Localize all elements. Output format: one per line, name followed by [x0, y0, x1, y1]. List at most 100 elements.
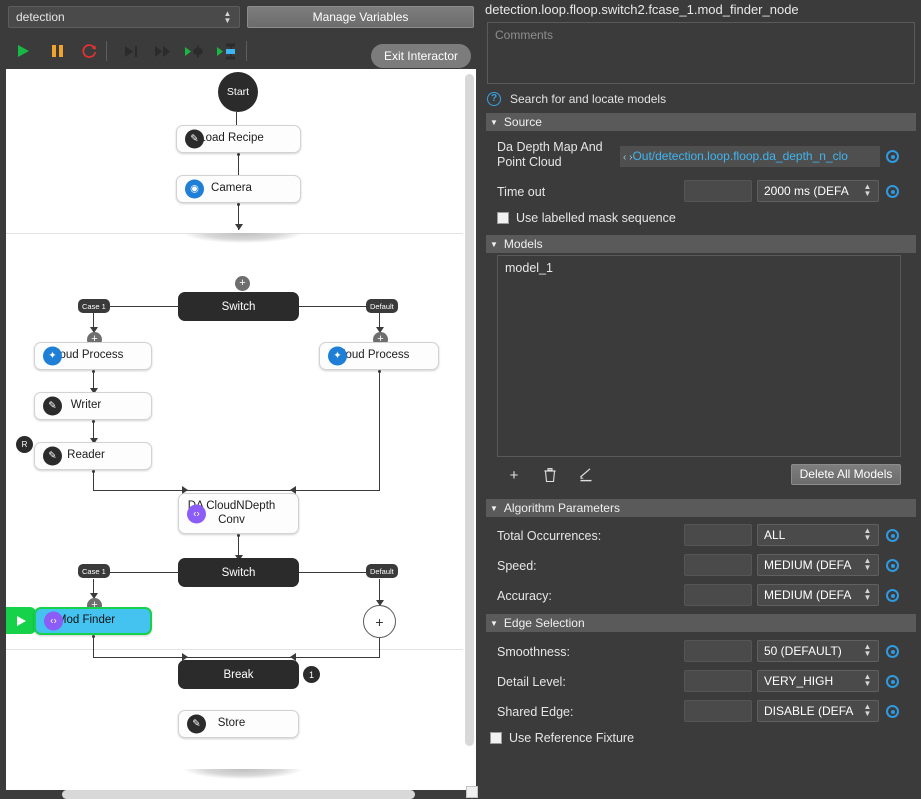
cloud-process-icon: ✦	[328, 346, 347, 366]
node-break-label: Break	[223, 668, 254, 681]
updown-spinner-icon[interactable]: ▲ ▼	[863, 527, 872, 542]
smoothness-combo[interactable]: 50 (DEFAULT) ▲ ▼	[757, 640, 879, 662]
updown-spinner-icon[interactable]: ▲ ▼	[863, 643, 872, 658]
accuracy-value-box[interactable]	[684, 584, 752, 606]
pause-icon[interactable]	[46, 41, 68, 61]
accuracy-radio[interactable]	[886, 589, 899, 602]
models-list[interactable]: model_1	[497, 255, 901, 457]
node-reader-badge: R	[16, 436, 33, 453]
flow-editor-panel: detection ▲ ▼ Manage Variables Exit Inte…	[0, 0, 481, 799]
section-header-edge[interactable]: ▼ Edge Selection	[486, 614, 916, 632]
node-break[interactable]: Break	[178, 660, 299, 689]
help-icon[interactable]: ?	[487, 92, 501, 106]
reset-icon[interactable]	[78, 41, 100, 61]
use-labelled-mask-checkbox[interactable]	[497, 212, 509, 224]
manage-variables-button[interactable]: Manage Variables	[247, 6, 474, 28]
node-switch-1[interactable]: Switch	[178, 292, 299, 321]
shared-edge-combo[interactable]: DISABLE (DEFA ▲ ▼	[757, 700, 879, 722]
timeout-combo[interactable]: 2000 ms (DEFA ▲ ▼	[757, 180, 879, 202]
node-da-cloudndepth-conv[interactable]: ‹› DA CloudNDepth Conv	[178, 493, 299, 534]
port-default[interactable]: Default	[366, 299, 398, 313]
shared-edge-label: Shared Edge:	[497, 705, 574, 719]
shared-edge-radio[interactable]	[886, 705, 899, 718]
run-selected-node-icon[interactable]	[216, 41, 238, 61]
port-case-1[interactable]: Case 1	[78, 299, 110, 313]
canvas-vertical-scrollbar-thumb[interactable]	[465, 74, 474, 746]
smoothness-radio[interactable]	[886, 645, 899, 658]
total-occurrences-radio[interactable]	[886, 529, 899, 542]
list-item[interactable]: model_1	[505, 261, 893, 275]
section-header-source-label: Source	[503, 115, 542, 129]
detail-level-radio[interactable]	[886, 675, 899, 688]
speed-radio[interactable]	[886, 559, 899, 572]
add-node-circle-default2[interactable]: +	[363, 605, 396, 638]
shared-edge-value-box[interactable]	[684, 700, 752, 722]
timeout-radio[interactable]	[886, 185, 899, 198]
depth-map-value-text: Out/detection.loop.floop.da_depth_n_clo	[632, 149, 848, 163]
accuracy-label: Accuracy:	[497, 589, 552, 603]
depth-map-label: Da Depth Map And Point Cloud	[497, 140, 603, 169]
code-icon: ‹›	[44, 611, 63, 631]
updown-spinner-icon[interactable]: ▲ ▼	[863, 587, 872, 602]
accuracy-combo[interactable]: MEDIUM (DEFA ▲ ▼	[757, 584, 879, 606]
node-cloud-process-right[interactable]: ✦ Cloud Process	[319, 342, 439, 370]
pencil-icon[interactable]	[576, 465, 596, 485]
edge-pluscircle-down	[379, 638, 381, 658]
section-header-algorithm[interactable]: ▼ Algorithm Parameters	[486, 499, 916, 517]
use-labelled-mask-label: Use labelled mask sequence	[516, 211, 676, 225]
node-switch-2[interactable]: Switch	[178, 558, 299, 587]
flow-canvas[interactable]: Start ✎ Load Recipe ◉ Camera + Switch Ca…	[6, 69, 475, 790]
section-header-models[interactable]: ▼ Models	[486, 235, 916, 253]
node-load-recipe[interactable]: ✎ Load Recipe	[176, 125, 301, 153]
edge-join2-right	[239, 657, 380, 659]
canvas-fold-1	[184, 233, 302, 243]
section-header-source[interactable]: ▼ Source	[486, 113, 916, 131]
play-icon[interactable]	[12, 41, 34, 61]
use-reference-fixture-checkbox[interactable]	[490, 732, 502, 744]
updown-spinner-icon[interactable]: ▲ ▼	[863, 703, 872, 718]
speed-value-box[interactable]	[684, 554, 752, 576]
node-store[interactable]: ✎ Store	[178, 710, 299, 738]
node-writer[interactable]: ✎ Writer	[34, 392, 152, 420]
updown-spinner-icon[interactable]: ▲ ▼	[863, 183, 872, 198]
comments-field[interactable]: Comments	[487, 22, 915, 84]
trash-icon[interactable]	[540, 465, 560, 485]
detail-level-value-box[interactable]	[684, 670, 752, 692]
timeout-value-box[interactable]	[684, 180, 752, 202]
hint-row: ? Search for and locate models	[487, 88, 915, 110]
updown-spinner-icon[interactable]: ▲ ▼	[863, 673, 872, 688]
port-default-2[interactable]: Default	[366, 564, 398, 578]
exit-interactor-button[interactable]: Exit Interactor	[370, 44, 471, 68]
detail-level-combo[interactable]: VERY_HIGH ▲ ▼	[757, 670, 879, 692]
depth-map-radio[interactable]	[886, 150, 899, 163]
step-over-icon[interactable]	[120, 41, 142, 61]
updown-spinner-icon[interactable]: ▲ ▼	[863, 557, 872, 572]
smoothness-value-box[interactable]	[684, 640, 752, 662]
updown-spinner-icon[interactable]: ▲ ▼	[223, 10, 232, 25]
total-occurrences-value-box[interactable]	[684, 524, 752, 546]
node-camera[interactable]: ◉ Camera	[176, 175, 301, 203]
add-node-button-switch1-top[interactable]: +	[235, 276, 250, 291]
run-to-node-icon[interactable]	[184, 41, 206, 61]
section-header-edge-label: Edge Selection	[503, 616, 585, 630]
toolbar-separator-1	[106, 41, 107, 61]
node-mod-finder[interactable]: ‹› Mod Finder	[34, 607, 152, 635]
depth-map-value[interactable]: ‹ ›Out/detection.loop.floop.da_depth_n_c…	[620, 146, 880, 167]
edge-cloudprocess-right-down	[379, 371, 381, 491]
node-cloud-process-left[interactable]: ✦ Cloud Process	[34, 342, 152, 370]
delete-all-models-button[interactable]: Delete All Models	[791, 464, 901, 485]
chevron-down-icon: ▼	[490, 117, 498, 127]
port-case-1-2[interactable]: Case 1	[78, 564, 110, 578]
speed-combo[interactable]: MEDIUM (DEFA ▲ ▼	[757, 554, 879, 576]
node-reader[interactable]: ✎ Reader	[34, 442, 152, 470]
recipe-select[interactable]: detection ▲ ▼	[8, 6, 240, 28]
canvas-horizontal-scrollbar-thumb[interactable]	[62, 790, 415, 799]
step-forward-icon[interactable]	[152, 41, 174, 61]
cloud-process-icon: ✦	[43, 346, 62, 366]
run-node-tab[interactable]	[6, 607, 36, 634]
total-occurrences-combo[interactable]: ALL ▲ ▼	[757, 524, 879, 546]
arrowhead	[235, 224, 243, 230]
node-switch-2-label: Switch	[221, 566, 256, 579]
plus-icon[interactable]: +	[504, 465, 524, 485]
node-start[interactable]: Start	[218, 72, 258, 112]
